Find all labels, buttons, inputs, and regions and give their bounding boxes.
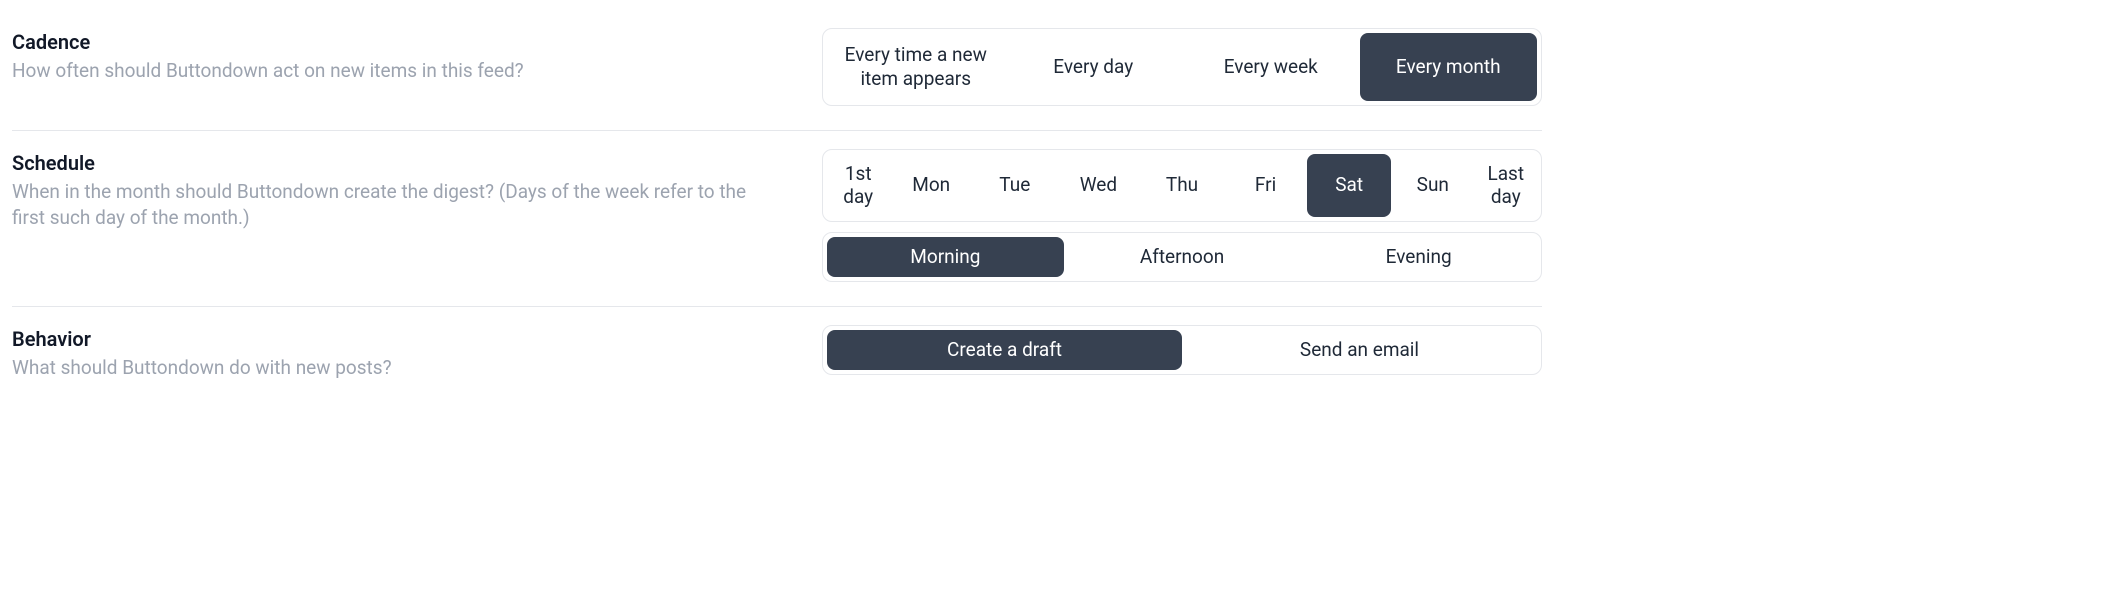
behavior-row: Behavior What should Buttondown do with … (12, 307, 1542, 406)
schedule-day-mon[interactable]: Mon (889, 154, 973, 218)
cadence-option-every-week[interactable]: Every week (1182, 33, 1360, 101)
behavior-label-block: Behavior What should Buttondown do with … (12, 325, 782, 382)
cadence-controls: Every time a new item appears Every day … (822, 28, 1542, 106)
schedule-time-evening[interactable]: Evening (1300, 237, 1537, 277)
cadence-row: Cadence How often should Buttondown act … (12, 10, 1542, 131)
schedule-row: Schedule When in the month should Button… (12, 131, 1542, 307)
behavior-controls: Create a draft Send an email (822, 325, 1542, 375)
cadence-option-every-month[interactable]: Every month (1360, 33, 1538, 101)
cadence-option-every-day[interactable]: Every day (1005, 33, 1183, 101)
schedule-controls: 1st day Mon Tue Wed Thu Fri Sat Sun Last… (822, 149, 1542, 282)
behavior-title: Behavior (12, 327, 782, 351)
schedule-label-block: Schedule When in the month should Button… (12, 149, 782, 232)
schedule-time-morning[interactable]: Morning (827, 237, 1064, 277)
cadence-title: Cadence (12, 30, 782, 54)
schedule-day-thu[interactable]: Thu (1140, 154, 1224, 218)
schedule-day-fri[interactable]: Fri (1224, 154, 1308, 218)
schedule-day-sat[interactable]: Sat (1307, 154, 1391, 218)
schedule-day-wed[interactable]: Wed (1057, 154, 1141, 218)
behavior-subtitle: What should Buttondown do with new posts… (12, 355, 782, 382)
schedule-day-tue[interactable]: Tue (973, 154, 1057, 218)
behavior-option-draft[interactable]: Create a draft (827, 330, 1182, 370)
behavior-segmented: Create a draft Send an email (822, 325, 1542, 375)
cadence-segmented: Every time a new item appears Every day … (822, 28, 1542, 106)
settings-form: Cadence How often should Buttondown act … (0, 0, 1554, 415)
schedule-day-1st[interactable]: 1st day (827, 154, 889, 218)
schedule-subtitle: When in the month should Buttondown crea… (12, 179, 782, 232)
cadence-option-every-item[interactable]: Every time a new item appears (827, 33, 1005, 101)
schedule-days-segmented: 1st day Mon Tue Wed Thu Fri Sat Sun Last… (822, 149, 1542, 223)
schedule-time-afternoon[interactable]: Afternoon (1064, 237, 1301, 277)
behavior-option-send[interactable]: Send an email (1182, 330, 1537, 370)
schedule-title: Schedule (12, 151, 782, 175)
cadence-subtitle: How often should Buttondown act on new i… (12, 58, 782, 85)
schedule-day-sun[interactable]: Sun (1391, 154, 1475, 218)
schedule-day-last[interactable]: Last day (1475, 154, 1537, 218)
cadence-label-block: Cadence How often should Buttondown act … (12, 28, 782, 85)
schedule-times-segmented: Morning Afternoon Evening (822, 232, 1542, 282)
